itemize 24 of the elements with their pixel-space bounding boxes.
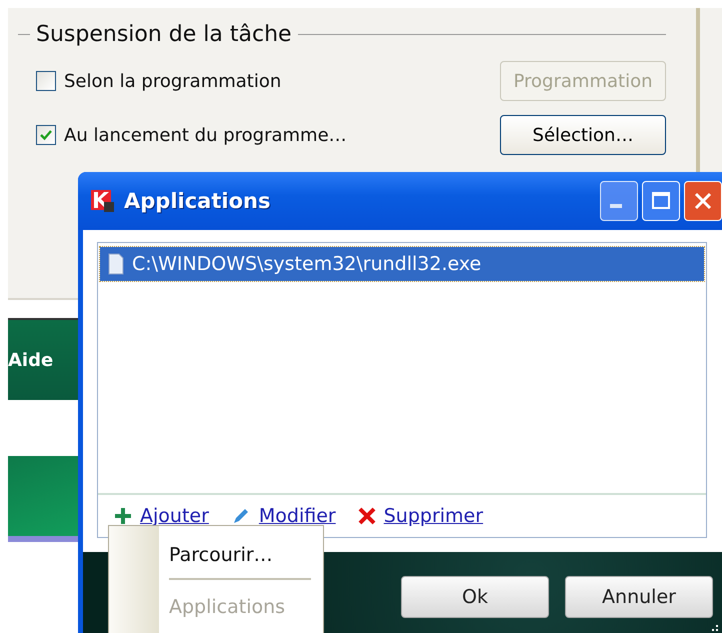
group-title: Suspension de la tâche	[36, 22, 292, 47]
menu-item[interactable]: Parcourir…	[169, 540, 311, 570]
help-menu[interactable]: Aide	[8, 350, 54, 370]
action-link[interactable]: Supprimer	[358, 505, 484, 527]
checkbox[interactable]	[36, 71, 56, 91]
delete-icon	[358, 507, 376, 525]
window-title: Applications	[124, 189, 272, 213]
action-link[interactable]: Ajouter	[114, 505, 209, 527]
dialog-button[interactable]: Ok	[401, 576, 549, 618]
dialog-button[interactable]: Annuler	[565, 576, 713, 618]
minimize-button[interactable]	[600, 181, 638, 221]
maximize-button[interactable]	[642, 181, 680, 221]
checkbox-label[interactable]: Selon la programmation	[64, 70, 500, 92]
option-button[interactable]: Sélection…	[500, 115, 666, 155]
close-button[interactable]	[684, 181, 722, 221]
checkbox[interactable]	[36, 125, 56, 145]
check-icon	[39, 128, 53, 142]
checkbox-label[interactable]: Au lancement du programme…	[64, 124, 500, 146]
file-item[interactable]: C:\WINDOWS\system32\rundll32.exe	[100, 247, 704, 281]
file-icon	[108, 253, 124, 275]
plus-icon	[114, 507, 132, 525]
action-link[interactable]: Modifier	[230, 505, 336, 527]
minimize-icon	[610, 204, 622, 208]
k-logo-icon	[90, 188, 116, 214]
